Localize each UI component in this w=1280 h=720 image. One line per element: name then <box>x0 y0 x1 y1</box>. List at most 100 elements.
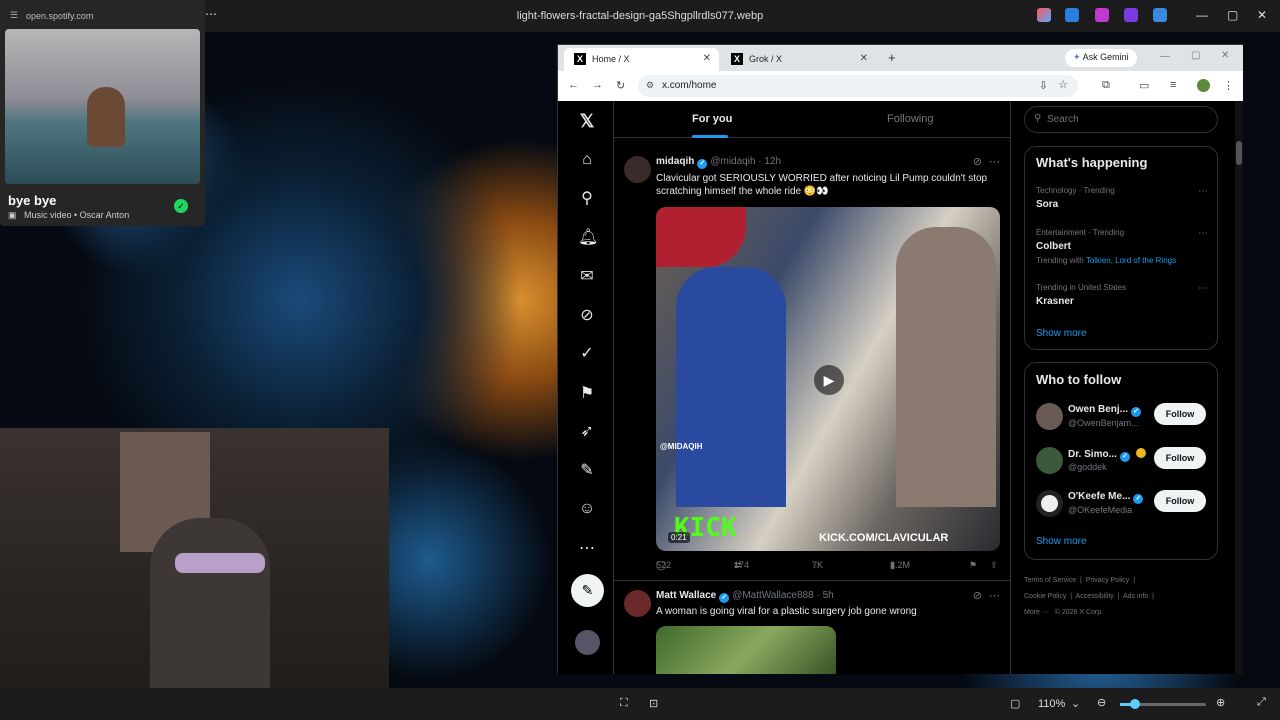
avatar[interactable] <box>1036 403 1063 430</box>
tab-for-you[interactable]: For you <box>692 113 732 138</box>
home-icon[interactable]: ⌂ <box>578 151 596 169</box>
account-avatar[interactable] <box>575 630 600 655</box>
zoom-out-icon[interactable]: ⊖ <box>1097 696 1106 709</box>
address-bar[interactable]: ⚙ x.com/home ⇩ ☆ <box>638 75 1078 97</box>
footer-link[interactable]: Ads info <box>1123 593 1148 600</box>
trend-item[interactable]: Technology · Trending Sora ⋯ <box>1036 186 1208 210</box>
post-more-icon[interactable]: ⋯ <box>989 589 1000 602</box>
site-info-icon[interactable]: ⚙ <box>646 80 654 91</box>
premium-icon[interactable]: ✓ <box>578 345 596 363</box>
avatar[interactable] <box>1036 490 1063 517</box>
forward-icon[interactable]: → <box>592 79 603 91</box>
tweet[interactable]: Matt Wallace ✓ @MattWallace888 · 5h ⊘ ⋯ A … <box>614 582 1010 674</box>
follow-suggestion[interactable]: O'Keefe Me... ✓ @OKeefeMedia Follow <box>1036 488 1208 518</box>
trend-item[interactable]: Trending in United States Krasner ⋯ <box>1036 283 1208 307</box>
profile-icon[interactable]: ☺ <box>578 500 596 518</box>
tweet-image[interactable] <box>656 626 836 674</box>
follow-button[interactable]: Follow <box>1154 403 1206 425</box>
grok-post-icon[interactable]: ⊘ <box>973 589 982 602</box>
more-icon[interactable]: ⋯ <box>578 540 596 558</box>
grok-icon[interactable]: ⊘ <box>578 307 596 325</box>
tweet[interactable]: midaqih ✓ @midaqih · 12h ⊘ ⋯ Clavicular go… <box>614 146 1010 581</box>
author-avatar[interactable] <box>624 590 651 617</box>
back-icon[interactable]: ← <box>568 79 579 91</box>
jobs-icon[interactable]: ➶ <box>578 423 596 441</box>
footer-more-link[interactable]: More ··· <box>1024 609 1049 616</box>
trend-more-icon[interactable]: ⋯ <box>1198 283 1208 294</box>
search-icon[interactable]: ⚲ <box>578 190 596 208</box>
lists-icon[interactable]: ✎ <box>578 462 596 480</box>
browser-window[interactable]: X Home / X ✕ X Grok / X ✕ + ✦ Ask Gemini… <box>557 44 1243 674</box>
bookmark-icon[interactable]: ⚑ <box>969 560 977 571</box>
extensions-icon[interactable]: ⧉ <box>1102 79 1110 92</box>
minimize-icon[interactable]: — <box>1160 51 1170 62</box>
tweet-video[interactable]: @MIDAQIH ▶ KICK KICK.COM/CLAVICULAR 0:21 <box>656 207 1000 551</box>
footer-link[interactable]: Terms of Service <box>1024 577 1076 584</box>
maximize-icon[interactable]: ▢ <box>1227 8 1238 22</box>
post-more-icon[interactable]: ⋯ <box>989 155 1000 168</box>
ask-gemini-button[interactable]: ✦ Ask Gemini <box>1065 49 1137 67</box>
tab-grok-x[interactable]: X Grok / X ✕ <box>721 48 876 71</box>
maximize-icon[interactable]: ▢ <box>1191 50 1200 61</box>
show-more-link[interactable]: Show more <box>1036 328 1087 339</box>
cloud-icon[interactable] <box>1153 8 1167 22</box>
text-detect-icon[interactable]: ⊡ <box>649 697 658 710</box>
zoom-slider-thumb[interactable] <box>1130 699 1140 709</box>
new-tab-icon[interactable]: + <box>888 50 896 65</box>
footer-link[interactable]: Accessibility <box>1076 593 1114 600</box>
app-tray-icon[interactable] <box>1065 8 1079 22</box>
footer-link[interactable]: Cookie Policy <box>1024 593 1066 600</box>
crop-icon[interactable]: ⛶ <box>620 697 628 710</box>
browser-menu-icon[interactable]: ⋮ <box>1223 79 1234 92</box>
follow-suggestion[interactable]: Owen Benj... ✓ @OwenBenjam... Follow <box>1036 401 1208 431</box>
author-avatar[interactable] <box>624 156 651 183</box>
grok-post-icon[interactable]: ⊘ <box>973 155 982 168</box>
close-icon[interactable]: ✕ <box>1221 50 1229 61</box>
video-thumbnail[interactable] <box>5 29 200 184</box>
zoom-level[interactable]: 110% <box>1038 698 1065 710</box>
copilot-icon[interactable] <box>1037 8 1051 22</box>
trend-more-icon[interactable]: ⋯ <box>1198 228 1208 239</box>
follow-button[interactable]: Follow <box>1154 490 1206 512</box>
share-icon[interactable]: ⇪ <box>990 560 998 571</box>
close-icon[interactable]: ✕ <box>1257 8 1267 22</box>
show-more-link[interactable]: Show more <box>1036 536 1087 547</box>
reload-icon[interactable]: ↻ <box>616 79 625 92</box>
minimize-icon[interactable]: — <box>1196 8 1208 22</box>
scrollbar-thumb[interactable] <box>1236 141 1242 165</box>
trend-with-links[interactable]: Tolkien, Lord of the Rings <box>1086 256 1176 265</box>
app-tray-icon[interactable] <box>1124 8 1138 22</box>
tab-close-icon[interactable]: ✕ <box>703 53 711 64</box>
tab-home-x[interactable]: X Home / X ✕ <box>564 48 719 71</box>
bookmarks-icon[interactable]: ⚑ <box>578 385 596 403</box>
post-button[interactable]: ✎ <box>571 574 604 607</box>
play-icon[interactable]: ▶ <box>814 365 844 395</box>
fit-screen-icon[interactable]: ▢ <box>1010 697 1020 710</box>
messages-icon[interactable]: ✉ <box>578 268 596 286</box>
saved-check-icon[interactable]: ✓ <box>174 199 188 213</box>
settings-icon[interactable]: ☰ <box>10 10 18 21</box>
search-input[interactable]: ⚲ Search <box>1024 106 1218 133</box>
bookmark-star-icon[interactable]: ☆ <box>1058 78 1068 91</box>
follow-button[interactable]: Follow <box>1154 447 1206 469</box>
x-logo-icon[interactable]: 𝕏 <box>578 112 596 130</box>
spotify-miniplayer[interactable]: ☰ open.spotify.com bye bye ▣ Music video… <box>0 0 205 226</box>
zoom-slider[interactable] <box>1120 699 1206 709</box>
app-tray-icon[interactable] <box>1095 8 1109 22</box>
author-name[interactable]: midaqih ✓ @midaqih · 12h <box>656 156 781 169</box>
fullscreen-icon[interactable]: ⤢ <box>1257 696 1266 709</box>
trend-item[interactable]: Entertainment · Trending Colbert Trendin… <box>1036 228 1208 265</box>
install-icon[interactable]: ⇩ <box>1039 79 1048 92</box>
author-name[interactable]: Matt Wallace ✓ @MattWallace888 · 5h <box>656 590 834 603</box>
footer-link[interactable]: Privacy Policy <box>1086 577 1130 584</box>
profile-avatar[interactable] <box>1197 79 1210 92</box>
trend-more-icon[interactable]: ⋯ <box>1198 186 1208 197</box>
split-view-icon[interactable]: ▭ <box>1139 79 1149 92</box>
zoom-in-icon[interactable]: ⊕ <box>1216 696 1225 709</box>
follow-suggestion[interactable]: Dr. Simo... ✓ @goddek Follow <box>1036 445 1208 475</box>
tab-close-icon[interactable]: ✕ <box>860 53 868 64</box>
notifications-icon[interactable]: 🔔︎ <box>578 229 598 247</box>
avatar[interactable] <box>1036 447 1063 474</box>
scrollbar[interactable] <box>1235 101 1243 674</box>
media-icon[interactable]: ≡ <box>1170 79 1176 91</box>
